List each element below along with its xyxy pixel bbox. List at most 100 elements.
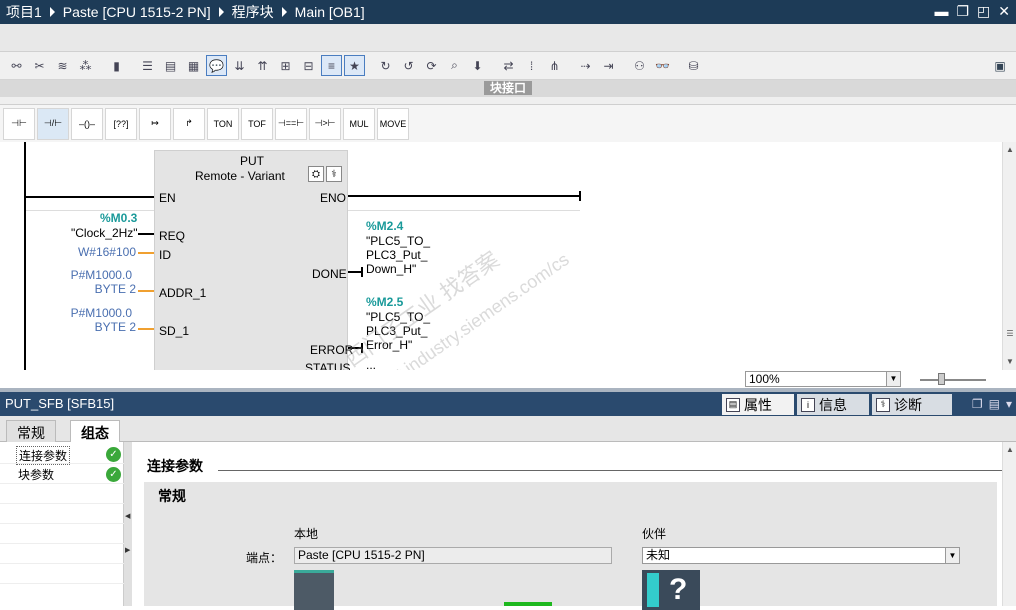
- scroll-up-icon[interactable]: ▲: [1003, 442, 1016, 456]
- collapse-icon[interactable]: ▾: [1006, 397, 1012, 411]
- cross-ref-icon[interactable]: ⟳: [421, 55, 442, 76]
- error-tag-line2[interactable]: PLC3_Put_: [366, 324, 427, 338]
- list-view-icon[interactable]: ≡: [321, 55, 342, 76]
- block-interface-bar[interactable]: 块接口: [0, 80, 1016, 97]
- empty-box-icon[interactable]: [??]: [105, 107, 137, 140]
- pin-id: ID: [159, 248, 171, 262]
- instruction-ton[interactable]: TON: [207, 107, 239, 140]
- insert-network-icon[interactable]: ☰: [137, 55, 158, 76]
- nav-block-parameters[interactable]: 块参数: [16, 466, 56, 483]
- delete-network-icon[interactable]: ▤: [160, 55, 181, 76]
- go-to-icon[interactable]: ↻: [375, 55, 396, 76]
- sd1-pointer[interactable]: P#M1000.0: [60, 306, 132, 320]
- scroll-down-icon[interactable]: ▼: [1003, 354, 1016, 368]
- normally-open-contact-icon[interactable]: ⊣⊢: [3, 107, 35, 140]
- done-address[interactable]: %M2.4: [366, 219, 403, 233]
- error-tag-line3[interactable]: Error_H": [366, 338, 412, 352]
- zoom-slider-knob[interactable]: [938, 373, 945, 385]
- id-wire: [138, 252, 154, 254]
- id-value[interactable]: W#16#100: [60, 245, 136, 259]
- block-interface-label: 块接口: [483, 81, 532, 95]
- sd1-type[interactable]: BYTE 2: [60, 320, 136, 334]
- done-tag-line1[interactable]: "PLC5_TO_: [366, 234, 430, 248]
- breadcrumb-main-ob1[interactable]: Main [OB1]: [295, 4, 365, 20]
- subtab-general[interactable]: 常规: [6, 420, 56, 442]
- put-function-block[interactable]: PUT Remote - Variant ⛭ ⚕ EN ENO REQ ID A…: [154, 150, 353, 370]
- chevron-down-icon[interactable]: ▼: [886, 372, 900, 386]
- favorites-icon[interactable]: ★: [344, 55, 365, 76]
- restore-icon[interactable]: ❐: [956, 3, 969, 20]
- ladder-network[interactable]: PUT Remote - Variant ⛭ ⚕ EN ENO REQ ID A…: [0, 142, 1002, 370]
- database-icon[interactable]: ⛁: [683, 55, 704, 76]
- minimize-icon[interactable]: ▬: [934, 3, 948, 20]
- expand-icon[interactable]: ⇊: [229, 55, 250, 76]
- breadcrumb-program-blocks[interactable]: 程序块: [232, 2, 274, 22]
- addr1-pointer[interactable]: P#M1000.0: [60, 268, 132, 282]
- instruction-mul[interactable]: MUL: [343, 107, 375, 140]
- done-tag-line3[interactable]: Down_H": [366, 262, 416, 276]
- zoom-select[interactable]: 100% ▼: [745, 371, 901, 387]
- coil-icon[interactable]: –()–: [71, 107, 103, 140]
- go-back-icon[interactable]: ↺: [398, 55, 419, 76]
- network-add-icon[interactable]: ⁂: [75, 55, 96, 76]
- close-branch-icon[interactable]: ↱: [173, 107, 205, 140]
- insert-row-icon[interactable]: ▦: [183, 55, 204, 76]
- content-vertical-scrollbar[interactable]: ▲: [1002, 442, 1016, 606]
- compare-greater-icon[interactable]: ⊣>⊢: [309, 107, 341, 140]
- partner-label: 伙伴: [642, 527, 667, 541]
- close-icon[interactable]: ✕: [998, 3, 1010, 20]
- collapse-icon[interactable]: ⇈: [252, 55, 273, 76]
- monitor-icon[interactable]: ▮: [106, 55, 127, 76]
- tab-diagnostics[interactable]: ⚕ 诊断: [872, 394, 952, 415]
- error-tag-line1[interactable]: "PLC5_TO_: [366, 310, 430, 324]
- float-icon[interactable]: ❐: [972, 397, 983, 411]
- download-icon[interactable]: ⬇: [467, 55, 488, 76]
- maximize-icon[interactable]: ▤: [989, 397, 1000, 411]
- instruction-move[interactable]: MOVE: [377, 107, 409, 140]
- glasses-icon[interactable]: ⚇: [629, 55, 650, 76]
- layout-icon[interactable]: ▣: [990, 56, 1010, 76]
- status-value[interactable]: ...: [366, 358, 376, 370]
- symbol-icon[interactable]: ⊞: [275, 55, 296, 76]
- ladder-vertical-scrollbar[interactable]: ▲ ☰ ▼: [1002, 142, 1016, 370]
- rewire-icon[interactable]: ⇄: [498, 55, 519, 76]
- normally-closed-contact-icon[interactable]: ⊣/⊢: [37, 107, 69, 140]
- float-icon[interactable]: ◰: [977, 3, 990, 20]
- tab-info[interactable]: i 信息: [797, 394, 869, 415]
- config-icon[interactable]: ⛭: [308, 166, 324, 182]
- find-icon[interactable]: ⌕: [444, 55, 465, 76]
- req-tag[interactable]: "Clock_2Hz": [71, 226, 138, 240]
- connect-icon[interactable]: ⚯: [6, 55, 27, 76]
- monitor-glasses-icon[interactable]: 👓: [652, 55, 673, 76]
- breadcrumb-cpu[interactable]: Paste [CPU 1515-2 PN]: [63, 4, 211, 20]
- comment-icon[interactable]: 💬: [206, 55, 227, 76]
- bit-list-icon[interactable]: ⁞: [521, 55, 542, 76]
- scroll-split-icon[interactable]: ☰: [1003, 326, 1016, 340]
- inspector-header: PUT_SFB [SFB15] ▤ 属性 i 信息 ⚕ 诊断 ❐ ▤ ▾: [0, 392, 1016, 416]
- tab-properties[interactable]: ▤ 属性: [722, 394, 794, 415]
- open-block-icon[interactable]: ⇥: [598, 55, 619, 76]
- req-address[interactable]: %M0.3: [100, 211, 137, 225]
- partner-endpoint-select[interactable]: 未知 ▼: [642, 547, 960, 564]
- subtab-configuration[interactable]: 组态: [70, 420, 120, 442]
- absolute-icon[interactable]: ⊟: [298, 55, 319, 76]
- stethoscope-icon[interactable]: ⚕: [326, 166, 342, 182]
- pin-sd1: SD_1: [159, 324, 190, 338]
- instruction-tof[interactable]: TOF: [241, 107, 273, 140]
- call-icon[interactable]: ⇢: [575, 55, 596, 76]
- network-icon[interactable]: ≋: [52, 55, 73, 76]
- chevron-down-icon[interactable]: ▼: [945, 548, 959, 563]
- tree-icon[interactable]: ⋔: [544, 55, 565, 76]
- zoom-slider[interactable]: [920, 373, 986, 385]
- open-branch-icon[interactable]: ↦: [139, 107, 171, 140]
- breadcrumb-project[interactable]: 项目1: [6, 2, 42, 22]
- addr1-type[interactable]: BYTE 2: [60, 282, 136, 296]
- nav-pane-scrollbar[interactable]: ◀ ▶: [124, 442, 132, 606]
- scroll-up-icon[interactable]: ▲: [1003, 142, 1016, 156]
- disconnect-icon[interactable]: ✂: [29, 55, 50, 76]
- scroll-right-icon[interactable]: ▶: [125, 546, 130, 554]
- error-address[interactable]: %M2.5: [366, 295, 403, 309]
- done-tag-line2[interactable]: PLC3_Put_: [366, 248, 427, 262]
- scroll-left-icon[interactable]: ◀: [125, 512, 130, 520]
- compare-equal-icon[interactable]: ⊣==⊢: [275, 107, 307, 140]
